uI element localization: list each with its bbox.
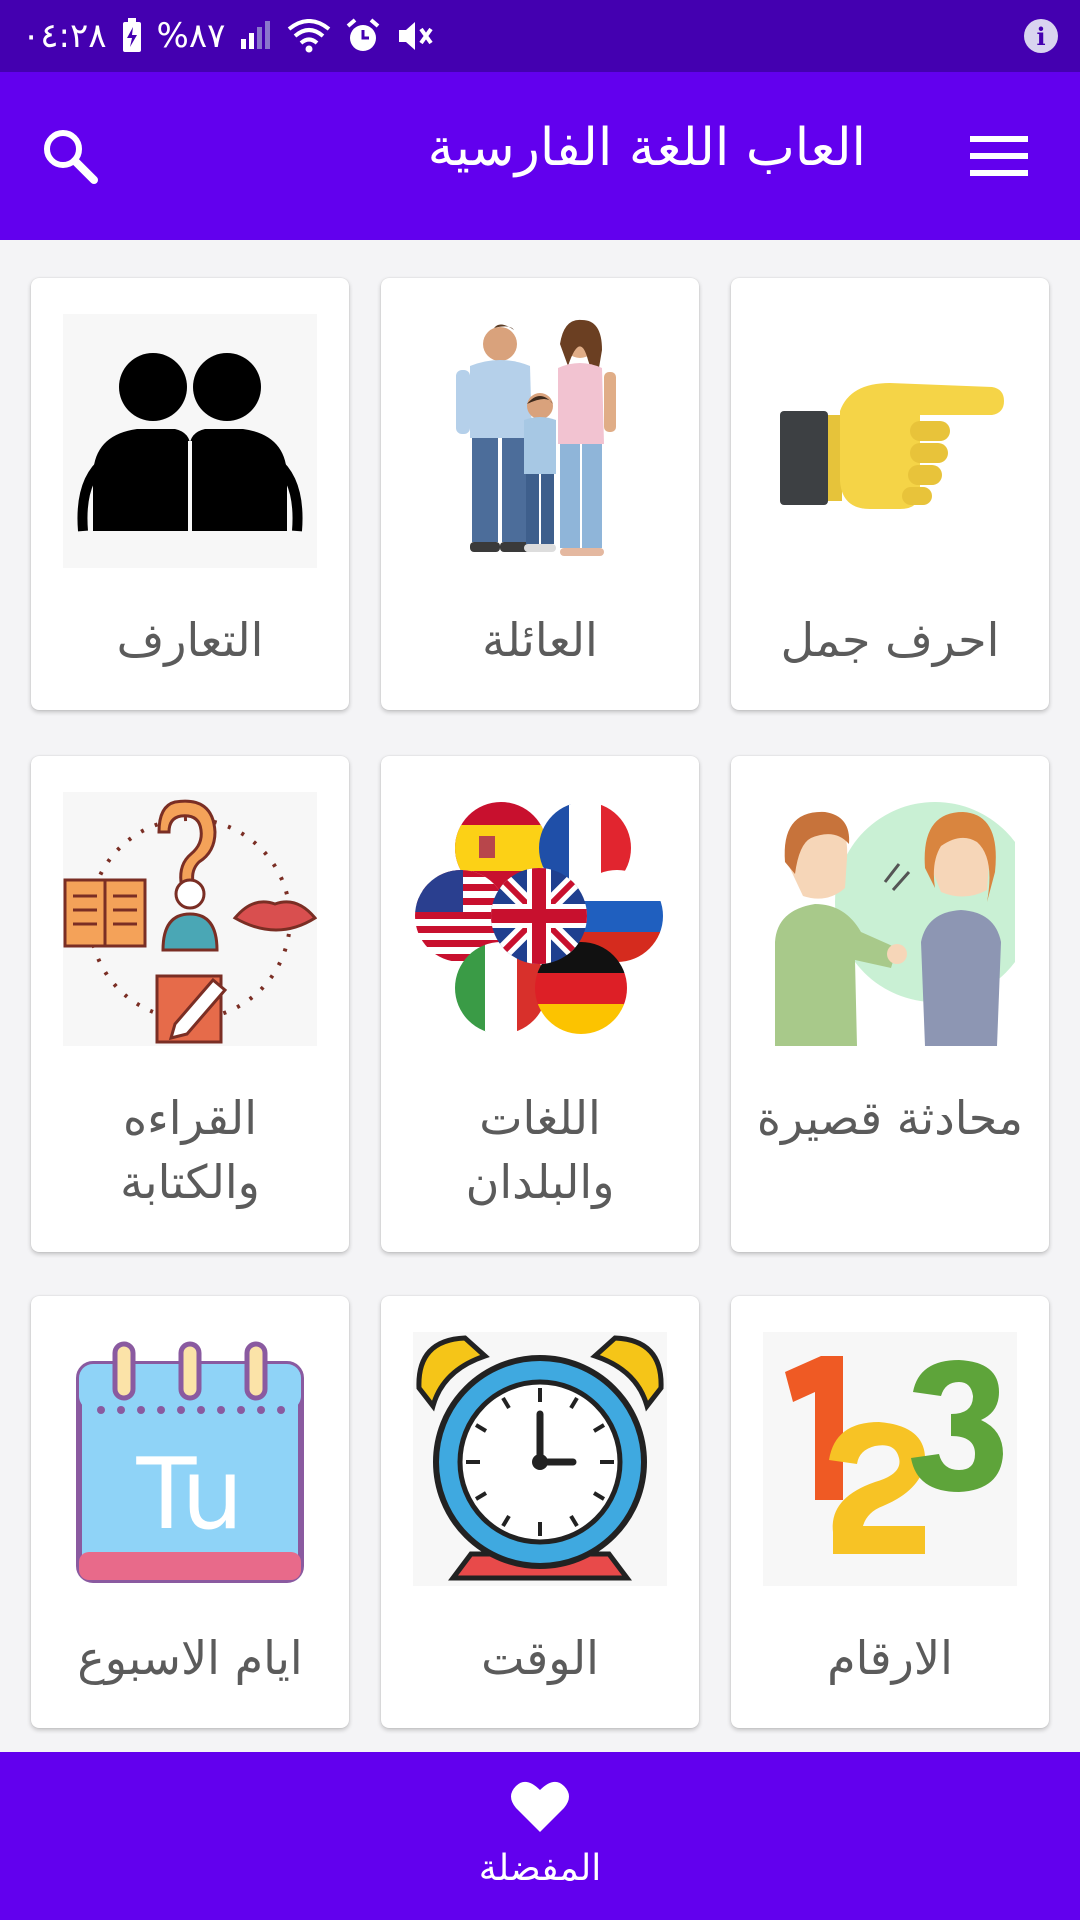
card-short-conversation[interactable]: محادثة قصيرة [731, 756, 1049, 1252]
card-label: القراءه والكتابة [120, 1091, 260, 1209]
card-numbers[interactable]: الارقام [731, 1296, 1049, 1728]
conversation-icon [763, 792, 1017, 1046]
flags-icon [413, 792, 667, 1046]
card-weekdays[interactable]: Tu ايام الاسبوع [31, 1296, 349, 1728]
card-label: العائلة [482, 613, 598, 667]
card-time[interactable]: الوقت [381, 1296, 699, 1728]
svg-text:Tu: Tu [135, 1438, 243, 1552]
card-label: الارقام [827, 1631, 953, 1685]
card-label: الوقت [481, 1631, 599, 1685]
info-icon: i [1024, 19, 1058, 53]
status-bar: ٠٤:٢٨ %٨٧ i [0, 0, 1080, 72]
status-left: ٠٤:٢٨ %٨٧ [22, 16, 435, 56]
menu-icon [970, 136, 1028, 176]
page-title: العاب اللغة الفارسية [427, 118, 866, 178]
search-button[interactable] [38, 124, 104, 190]
card-letters-sentences[interactable]: احرف جمل [731, 278, 1049, 710]
favorites-tab[interactable]: المفضلة [440, 1752, 640, 1920]
card-introductions[interactable]: التعارف [31, 278, 349, 710]
card-label: اللغات والبلدان [465, 1091, 615, 1209]
search-icon [44, 130, 98, 184]
calendar-tu-icon: Tu [63, 1332, 317, 1586]
two-people-icon [63, 314, 317, 568]
heart-icon [511, 1781, 569, 1832]
mute-icon [395, 18, 435, 54]
card-label: التعارف [116, 613, 264, 667]
status-time: ٠٤:٢٨ [22, 16, 107, 56]
alarm-icon [345, 18, 381, 54]
app-bar: العاب اللغة الفارسية [0, 72, 1080, 240]
status-battery: %٨٧ [156, 16, 226, 56]
wifi-icon [287, 19, 331, 53]
card-family[interactable]: العائلة [381, 278, 699, 710]
reading-writing-icon [63, 792, 317, 1046]
menu-button[interactable] [970, 132, 1028, 180]
category-grid: احرف جمل العائلة التعارف محادثة قصيرة ال… [0, 240, 1080, 1752]
pointing-hand-icon [763, 314, 1017, 568]
card-reading-writing[interactable]: القراءه والكتابة [31, 756, 349, 1252]
family-photo [413, 314, 667, 568]
battery-charging-icon [121, 18, 143, 54]
card-label: احرف جمل [780, 613, 1000, 667]
signal-icon [239, 21, 273, 51]
bottom-nav: المفضلة [0, 1752, 1080, 1920]
favorites-label: المفضلة [478, 1848, 602, 1889]
alarm-clock-icon [413, 1332, 667, 1586]
numbers-123-icon [763, 1332, 1017, 1586]
card-label: محادثة قصيرة [756, 1091, 1024, 1145]
card-label: ايام الاسبوع [77, 1631, 303, 1685]
card-languages-countries[interactable]: اللغات والبلدان [381, 756, 699, 1252]
